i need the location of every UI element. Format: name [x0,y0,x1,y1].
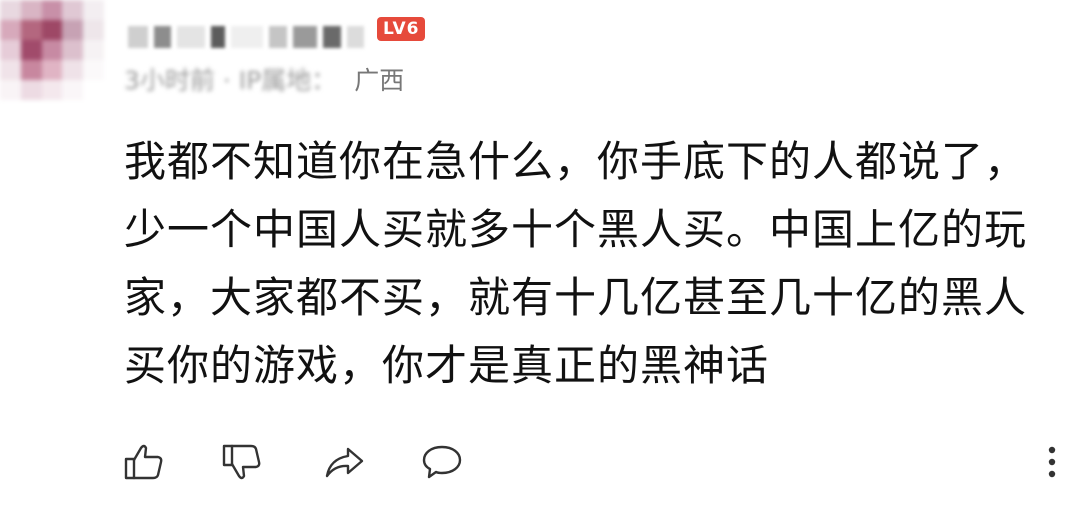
action-bar [0,432,1080,492]
reply-button[interactable] [418,438,466,486]
timestamp-obscured: 3小时前 · IP属地： [124,66,337,95]
share-arrow-icon [325,447,364,478]
like-button[interactable] [120,438,168,486]
comment-text: 我都不知道你在急什么，你手底下的人都说了，少一个中国人买就多十个黑人买。中国上亿… [124,137,1028,390]
avatar[interactable] [0,0,104,100]
thumbs-down-icon [222,444,261,480]
thumbs-up-icon [124,444,163,480]
more-options-button[interactable] [1028,438,1076,486]
username[interactable] [128,18,365,56]
comment-card: LV6 3小时前 · IP属地： 广西 我都不知道你在急什么，你手底下的人都说了… [0,0,1080,516]
share-button[interactable] [320,438,368,486]
ip-location: 广西 [354,66,405,95]
comment-meta: 3小时前 · IP属地： 广西 [124,62,404,96]
level-badge: LV6 [377,17,426,41]
comment-bubble-icon [422,445,462,479]
more-vertical-icon [1048,446,1056,478]
dislike-button[interactable] [218,438,266,486]
